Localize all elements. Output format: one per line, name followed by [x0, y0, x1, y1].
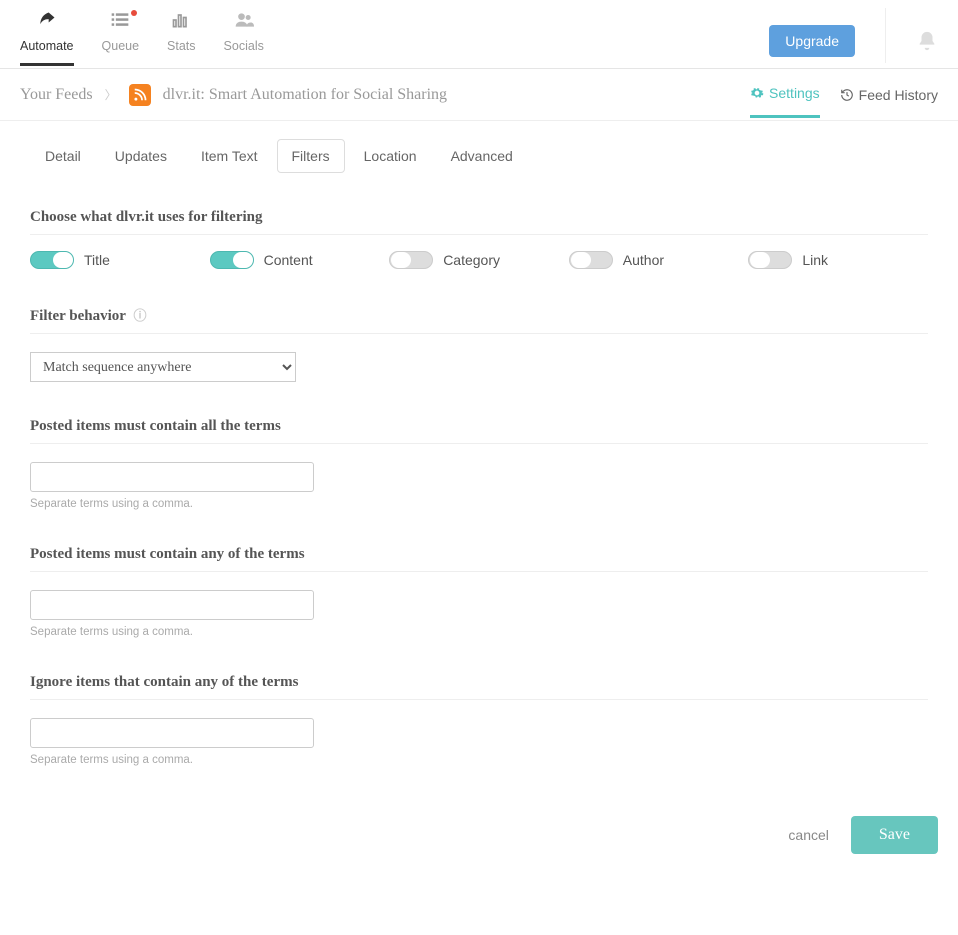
share-arrow-icon	[36, 10, 58, 36]
section-must-contain-all: Posted items must contain all the terms …	[0, 382, 958, 510]
breadcrumb-root[interactable]: Your Feeds	[20, 86, 93, 104]
top-nav: Automate Queue Stats Socials Upgrade	[0, 0, 958, 69]
info-icon[interactable]: ⓘ	[133, 308, 146, 323]
filter-behavior-select[interactable]: Match sequence anywhere	[30, 352, 296, 382]
settings-link[interactable]: Settings	[750, 71, 820, 118]
toggle-link[interactable]	[748, 251, 792, 269]
tab-filters[interactable]: Filters	[277, 139, 345, 173]
toggle-category[interactable]	[389, 251, 433, 269]
footer-actions: cancel Save	[0, 766, 958, 884]
breadcrumb-bar: Your Feeds 〉 dlvr.it: Smart Automation f…	[0, 69, 958, 121]
section-filter-behavior: Filter behavior ⓘ Match sequence anywher…	[0, 269, 958, 382]
bell-icon[interactable]	[916, 30, 938, 52]
section-filtering-source: Choose what dlvr.it uses for filtering T…	[0, 173, 958, 269]
section-title: Posted items must contain all the terms	[30, 418, 928, 444]
chevron-right-icon: 〉	[105, 86, 117, 103]
helper-text: Separate terms using a comma.	[30, 754, 928, 766]
nav-label: Automate	[20, 39, 74, 53]
section-title: Posted items must contain any of the ter…	[30, 546, 928, 572]
toggle-label: Category	[443, 252, 500, 268]
helper-text: Separate terms using a comma.	[30, 498, 928, 510]
history-icon	[840, 88, 854, 102]
ignore-contain-any-input[interactable]	[30, 718, 314, 748]
nav-label: Queue	[102, 39, 140, 53]
tab-detail[interactable]: Detail	[30, 139, 96, 173]
cancel-button[interactable]: cancel	[788, 827, 828, 843]
bar-chart-icon	[170, 10, 192, 36]
divider	[885, 8, 886, 63]
feed-history-link[interactable]: Feed History	[840, 73, 938, 117]
tab-updates[interactable]: Updates	[100, 139, 182, 173]
toggle-label: Content	[264, 252, 313, 268]
tab-item-text[interactable]: Item Text	[186, 139, 273, 173]
nav-socials[interactable]: Socials	[224, 12, 264, 66]
nav-queue[interactable]: Queue	[102, 12, 140, 66]
notification-dot-icon	[131, 10, 137, 16]
toggle-title[interactable]	[30, 251, 74, 269]
list-icon	[109, 10, 131, 36]
tab-advanced[interactable]: Advanced	[436, 139, 528, 173]
toggle-label: Author	[623, 252, 664, 268]
toggle-label: Link	[802, 252, 828, 268]
nav-stats[interactable]: Stats	[167, 12, 196, 66]
tab-bar: Detail Updates Item Text Filters Locatio…	[0, 121, 958, 173]
section-title: Filter behavior ⓘ	[30, 305, 928, 334]
tab-location[interactable]: Location	[349, 139, 432, 173]
nav-label: Stats	[167, 39, 196, 53]
save-button[interactable]: Save	[851, 816, 938, 854]
nav-label: Socials	[224, 39, 264, 53]
section-title: Choose what dlvr.it uses for filtering	[30, 209, 928, 235]
nav-automate[interactable]: Automate	[20, 12, 74, 66]
section-title: Ignore items that contain any of the ter…	[30, 674, 928, 700]
toggle-author[interactable]	[569, 251, 613, 269]
gear-icon	[750, 86, 764, 100]
breadcrumb-title: dlvr.it: Smart Automation for Social Sha…	[163, 86, 447, 104]
section-must-contain-any: Posted items must contain any of the ter…	[0, 510, 958, 638]
rss-icon	[129, 84, 151, 106]
users-icon	[232, 10, 256, 36]
must-contain-all-input[interactable]	[30, 462, 314, 492]
upgrade-button[interactable]: Upgrade	[769, 25, 855, 57]
toggle-label: Title	[84, 252, 110, 268]
must-contain-any-input[interactable]	[30, 590, 314, 620]
helper-text: Separate terms using a comma.	[30, 626, 928, 638]
toggle-content[interactable]	[210, 251, 254, 269]
section-ignore-any: Ignore items that contain any of the ter…	[0, 638, 958, 766]
